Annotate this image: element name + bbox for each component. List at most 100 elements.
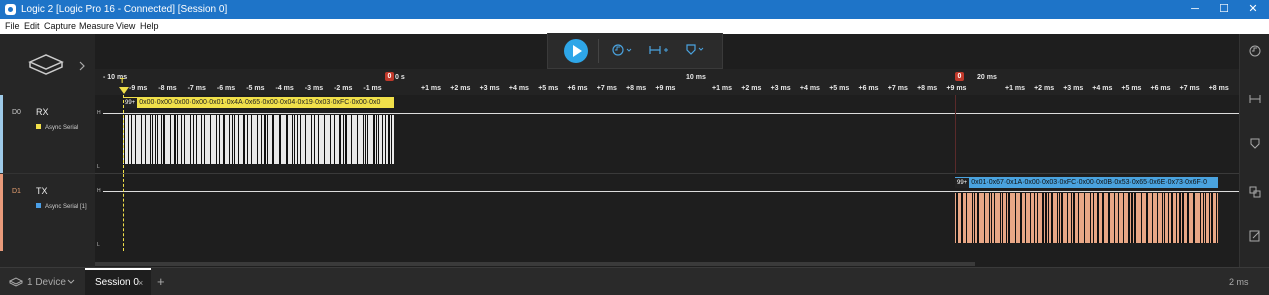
- ruler-tick-label: +5 ms: [1121, 85, 1142, 92]
- waveform-rx[interactable]: H L 99+ 0x00·0x00·0x00·0x00·0x01·0x4A·0x6…: [95, 95, 1239, 174]
- ruler-tick-label: +5 ms: [538, 85, 559, 92]
- signal-edge: [279, 115, 281, 164]
- signal-edge: [1015, 193, 1016, 243]
- start-capture-button[interactable]: [564, 39, 588, 63]
- ruler-tick-label: +1 ms: [712, 85, 733, 92]
- signal-edge: [1182, 193, 1184, 243]
- signal-edge: [977, 193, 979, 243]
- signal-edge: [232, 115, 233, 164]
- signal-edge: [385, 115, 386, 164]
- close-tab-icon[interactable]: ×: [138, 278, 143, 288]
- signal-edge: [219, 115, 220, 164]
- signal-edge: [1000, 193, 1001, 243]
- marker-panel-icon[interactable]: [1248, 137, 1262, 151]
- signal-edge: [223, 115, 225, 164]
- rx-signal[interactable]: [123, 112, 394, 167]
- menu-help[interactable]: Help: [140, 21, 159, 31]
- analyzer-panel-icon[interactable]: [1248, 185, 1262, 199]
- signal-edge: [216, 115, 217, 164]
- signal-edge: [345, 115, 347, 164]
- signal-edge: [294, 115, 295, 164]
- signal-edge: [1141, 193, 1142, 243]
- channel-row-tx[interactable]: D1 TX Async Serial [1]: [0, 174, 95, 251]
- marker-icon[interactable]: [684, 43, 706, 57]
- signal-edge: [1187, 193, 1189, 243]
- analyzer-label[interactable]: Async Serial [1]: [36, 203, 87, 210]
- decoded-data-bubble[interactable]: 99+ 0x00·0x00·0x00·0x00·0x01·0x4A·0x65·0x…: [123, 97, 394, 108]
- minimize-button[interactable]: ─: [1179, 0, 1211, 19]
- measure-icon[interactable]: [648, 44, 670, 56]
- measure-panel-icon[interactable]: [1248, 93, 1262, 105]
- ruler-tick-label: +6 ms: [1150, 85, 1171, 92]
- ruler-tick-label: -7 ms: [187, 85, 206, 92]
- trigger-icon[interactable]: [612, 44, 634, 56]
- analyzer-label[interactable]: Async Serial: [36, 124, 78, 131]
- signal-edge: [1006, 193, 1007, 243]
- signal-edge: [339, 115, 341, 164]
- add-tab-button[interactable]: +: [157, 274, 165, 289]
- menu-measure[interactable]: Measure: [79, 21, 114, 31]
- signal-edge: [1157, 193, 1158, 243]
- ruler-tick-label: -4 ms: [275, 85, 294, 92]
- device-selector[interactable]: 1 Device: [5, 268, 80, 295]
- signal-edge: [297, 115, 298, 164]
- signal-edge: [150, 115, 151, 164]
- signal-edge: [1008, 193, 1010, 243]
- waveform-tx[interactable]: H L 99+ 0x01·0x67·0x1A·0x00·0x03·0xFC·0x0…: [95, 174, 1239, 251]
- signal-edge: [1025, 193, 1026, 243]
- horizontal-scrollbar[interactable]: [95, 262, 975, 266]
- signal-edge: [351, 115, 352, 164]
- signal-edge: [311, 115, 312, 164]
- trigger-cursor-icon[interactable]: [119, 87, 129, 94]
- timing-marker[interactable]: 0: [955, 72, 964, 81]
- ruler-tick-label: -9 ms: [129, 85, 148, 92]
- signal-edge: [155, 115, 156, 164]
- chevron-right-icon[interactable]: [78, 61, 86, 71]
- channel-number: D0: [12, 109, 21, 116]
- notes-panel-icon[interactable]: [1248, 229, 1262, 243]
- signal-edge: [170, 115, 171, 164]
- signal-edge: [267, 115, 268, 164]
- channel-name[interactable]: RX: [36, 107, 49, 117]
- decoded-data-bubble[interactable]: 99+ 0x01·0x67·0x1A·0x00·0x03·0xFC·0x00·0x…: [955, 177, 1218, 188]
- signal-edge: [141, 115, 142, 164]
- channel-name[interactable]: TX: [36, 186, 48, 196]
- trigger-panel-icon[interactable]: [1248, 45, 1262, 57]
- tx-signal[interactable]: [955, 190, 1218, 246]
- ruler-tick-label: +3 ms: [1063, 85, 1084, 92]
- signal-edge: [382, 115, 383, 164]
- analyzer-color-dot: [36, 124, 41, 129]
- signal-edge: [318, 115, 319, 164]
- menu-view[interactable]: View: [116, 21, 135, 31]
- signal-edge: [193, 115, 194, 164]
- signal-edge: [229, 115, 230, 164]
- menu-file[interactable]: File: [5, 21, 20, 31]
- timing-marker[interactable]: 0: [385, 72, 394, 81]
- signal-edge: [391, 115, 392, 164]
- maximize-button[interactable]: ☐: [1208, 0, 1240, 19]
- signal-edge: [1131, 193, 1133, 243]
- device-area[interactable]: [0, 34, 95, 96]
- signal-edge: [1211, 193, 1213, 243]
- signal-edge: [367, 115, 368, 164]
- tab-session-0[interactable]: Session 0 ×: [85, 268, 151, 295]
- ruler-tick-label: -6 ms: [216, 85, 236, 92]
- signal-edge: [1102, 193, 1104, 243]
- bottom-bar: 1 Device Session 0 × + 2 ms: [0, 267, 1269, 295]
- signal-edge: [190, 115, 191, 164]
- menu-capture[interactable]: Capture: [44, 21, 76, 31]
- ruler-tick-label: +4 ms: [799, 85, 820, 92]
- signal-edge: [251, 115, 252, 164]
- signal-edge: [184, 115, 185, 164]
- signal-edge: [966, 193, 967, 243]
- menu-edit[interactable]: Edit: [24, 21, 40, 31]
- count-badge: 99+: [123, 98, 138, 108]
- channel-row-rx[interactable]: D0 RX Async Serial: [0, 95, 95, 174]
- channel-color-stripe: [0, 174, 3, 251]
- signal-edge: [1067, 193, 1068, 243]
- low-label: L: [97, 242, 100, 248]
- ruler-tick-label: +8 ms: [626, 85, 647, 92]
- close-button[interactable]: ✕: [1237, 0, 1269, 19]
- signal-edge: [376, 115, 377, 164]
- time-ruler[interactable]: - 10 ms 0 0 s 10 ms 0 20 ms -9 ms -8 ms -7…: [95, 69, 1239, 96]
